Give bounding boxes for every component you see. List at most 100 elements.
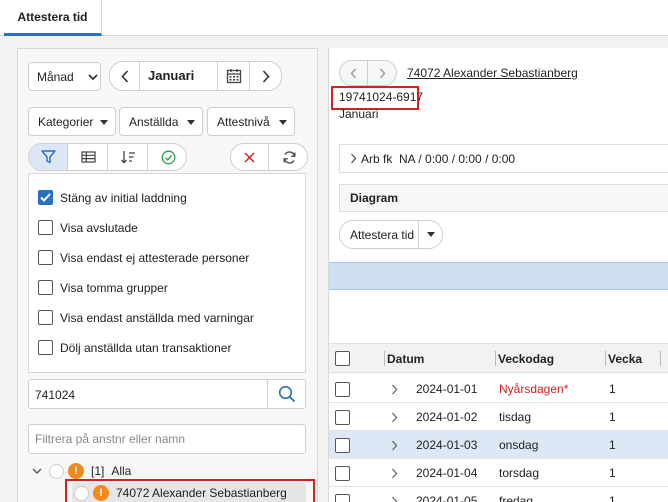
kategorier-dropdown[interactable]: Kategorier [28, 107, 116, 136]
info-bar [329, 262, 668, 290]
table-row[interactable]: 2024-01-02 tisdag 1 [329, 403, 668, 431]
month-navigator: Januari [109, 61, 282, 91]
chevron-right-icon [351, 153, 357, 164]
group-radio[interactable] [49, 463, 64, 479]
highlight-box-employee [65, 479, 315, 502]
sort-icon [121, 151, 135, 164]
row-checkbox[interactable] [335, 465, 350, 481]
option-not-attested[interactable]: Visa endast ej attesterade personer [38, 250, 249, 265]
table-view-button[interactable] [69, 144, 108, 170]
weekday-cell: fredag [499, 494, 534, 502]
date-cell: 2024-01-05 [416, 494, 478, 502]
row-checkbox-cell [335, 431, 350, 459]
date-cell: 2024-01-02 [416, 410, 478, 424]
row-checkbox[interactable] [335, 409, 350, 425]
refresh-button[interactable] [270, 144, 307, 170]
chevron-left-icon [350, 68, 357, 78]
table-icon [80, 151, 96, 163]
option-label: Visa endast ej attesterade personer [60, 250, 250, 265]
attest-options-button[interactable] [418, 221, 442, 248]
refresh-icon [283, 150, 295, 164]
checkbox[interactable] [38, 310, 53, 325]
column-header-vecka[interactable]: Vecka [608, 352, 642, 366]
expand-icon[interactable] [391, 459, 398, 487]
filter-button[interactable] [29, 144, 68, 170]
column-header-veckodag[interactable]: Veckodag [498, 352, 554, 366]
attestera-tid-button-group: Attestera tid [339, 220, 443, 249]
prev-employee-button[interactable] [339, 60, 368, 86]
option-hide-no-transactions[interactable]: Dölj anställda utan transaktioner [38, 340, 231, 355]
row-checkbox[interactable] [335, 381, 350, 397]
attestniva-dropdown[interactable]: Attestnivå [207, 107, 295, 136]
row-checkbox[interactable] [335, 437, 350, 453]
checkbox[interactable] [38, 280, 53, 295]
expand-icon[interactable] [391, 375, 398, 403]
period-label: Januari [339, 107, 379, 121]
kategorier-label: Kategorier [38, 114, 94, 129]
group-count: [1] [91, 464, 105, 478]
checkmark-icon [40, 193, 51, 202]
week-cell: 1 [609, 494, 616, 502]
expand-icon[interactable] [391, 403, 398, 431]
checkbox[interactable] [38, 250, 53, 265]
tab-attestera-tid[interactable]: Attestera tid [4, 0, 102, 36]
summary-text: Arb fk NA / 0:00 / 0:00 / 0:00 [361, 151, 516, 166]
week-cell: 1 [609, 466, 616, 480]
chevron-down-icon [88, 70, 98, 84]
table-row[interactable]: 2024-01-01 Nyårsdagen* 1 [329, 375, 668, 403]
filter-icon [40, 150, 56, 164]
search-icon [278, 385, 295, 403]
option-empty-groups[interactable]: Visa tomma grupper [38, 280, 168, 295]
option-initial-load[interactable]: Stäng av initial laddning [38, 190, 187, 205]
chevron-down-icon [32, 468, 42, 474]
caret-down-icon [279, 120, 287, 125]
week-cell: 1 [609, 438, 616, 452]
attestniva-label: Attestnivå [217, 114, 270, 129]
select-all-checkbox[interactable] [335, 351, 350, 366]
column-header-datum[interactable]: Datum [387, 352, 424, 366]
anstallda-dropdown[interactable]: Anställda [119, 107, 203, 136]
option-label: Visa avslutade [60, 220, 138, 235]
next-employee-button[interactable] [368, 60, 397, 86]
employee-filter-input[interactable]: Filtrera på anstnr eller namn [28, 424, 306, 454]
checkbox-checked[interactable] [38, 190, 53, 205]
employee-detail-panel: 74072 Alexander Sebastianberg 19741024-6… [328, 48, 668, 502]
table-row[interactable]: 2024-01-03 onsdag 1 [329, 431, 668, 459]
filter-placeholder: Filtrera på anstnr eller namn [35, 432, 186, 446]
expand-icon[interactable] [391, 431, 398, 459]
chevron-left-icon [120, 69, 128, 83]
search-input[interactable]: 741024 [35, 388, 75, 402]
option-label: Visa endast anställda med varningar [60, 310, 254, 325]
weekday-cell: tisdag [499, 410, 532, 424]
tree-group-alla[interactable]: ! [1] Alla [32, 463, 131, 479]
action-toolbar [230, 143, 308, 171]
next-month-button[interactable] [251, 62, 281, 90]
summary-row[interactable]: Arb fk NA / 0:00 / 0:00 / 0:00 [339, 144, 668, 173]
search-button[interactable] [267, 380, 305, 408]
period-select[interactable]: Månad [28, 62, 101, 91]
month-label: Januari [148, 68, 195, 83]
chevron-right-icon [379, 68, 385, 78]
table-row[interactable]: 2024-01-05 fredag 1 [329, 487, 668, 502]
diagram-label: Diagram [350, 191, 399, 205]
checkbox[interactable] [38, 220, 53, 235]
employee-search: 741024 [28, 379, 306, 409]
column-divider [384, 351, 385, 366]
employee-link[interactable]: 74072 Alexander Sebastianberg [407, 66, 578, 80]
option-with-warnings[interactable]: Visa endast anställda med varningar [38, 310, 254, 325]
row-checkbox-cell [335, 375, 350, 403]
sort-button[interactable] [109, 144, 148, 170]
warning-icon: ! [68, 463, 84, 479]
approve-view-button[interactable] [149, 144, 186, 170]
option-show-ended[interactable]: Visa avslutade [38, 220, 138, 235]
calendar-button[interactable] [217, 62, 250, 90]
prev-month-button[interactable] [110, 62, 140, 90]
row-checkbox[interactable] [335, 493, 350, 502]
table-row[interactable]: 2024-01-04 torsdag 1 [329, 459, 668, 487]
attestera-tid-button[interactable]: Attestera tid [350, 228, 414, 242]
diagram-section[interactable]: Diagram [339, 184, 668, 212]
checkbox[interactable] [38, 340, 53, 355]
clear-button[interactable] [231, 144, 269, 170]
expand-icon[interactable] [391, 487, 398, 502]
close-icon [244, 151, 255, 163]
